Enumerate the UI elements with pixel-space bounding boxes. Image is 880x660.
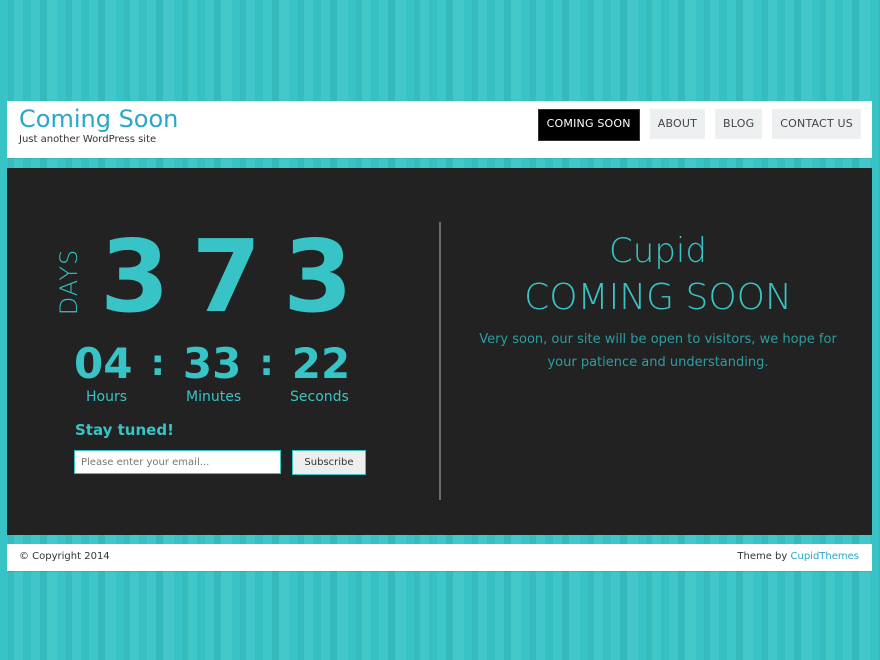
time-countdown: 04 : 33 : 22 [74,338,350,388]
nav-item-contact-us[interactable]: CONTACT US [772,109,861,139]
vertical-divider [439,222,441,500]
subscribe-button[interactable]: Subscribe [292,450,366,475]
minutes-value: 33 [182,338,242,388]
site-title-link[interactable]: Coming Soon [19,105,178,133]
days-value: 373 [100,218,375,335]
copyright-text: © Copyright 2014 [19,551,110,562]
minutes-label: Minutes [186,389,242,405]
hero: Cupid COMING SOON Very soon, our site wi… [463,228,853,374]
hero-description: Very soon, our site will be open to visi… [479,332,837,370]
time-separator: : [150,342,165,384]
site-header: Coming Soon Just another WordPress site … [7,101,872,158]
nav-item-coming-soon[interactable]: COMING SOON [537,109,640,141]
hero-subtitle: COMING SOON [524,277,792,318]
theme-credit: Theme by CupidThemes [737,551,859,562]
stay-tuned-heading: Stay tuned! [75,421,174,439]
nav-item-about[interactable]: ABOUT [649,109,706,139]
nav-item-blog[interactable]: BLOG [715,109,763,139]
seconds-value: 22 [291,338,351,388]
time-separator: : [259,342,274,384]
seconds-label: Seconds [290,389,349,405]
theme-link[interactable]: CupidThemes [791,551,860,562]
site-footer: © Copyright 2014 Theme by CupidThemes [7,544,872,571]
site-description: Just another WordPress site [19,134,157,145]
email-input[interactable] [74,450,281,474]
days-label: DAYS [55,238,83,320]
hours-value: 04 [74,338,133,388]
days-label-text: DAYS [55,248,83,316]
hero-title: Cupid [609,231,707,271]
main-nav: COMING SOON ABOUT BLOG CONTACT US [537,109,861,141]
theme-credit-prefix: Theme by [737,551,791,562]
hours-label: Hours [86,389,128,405]
